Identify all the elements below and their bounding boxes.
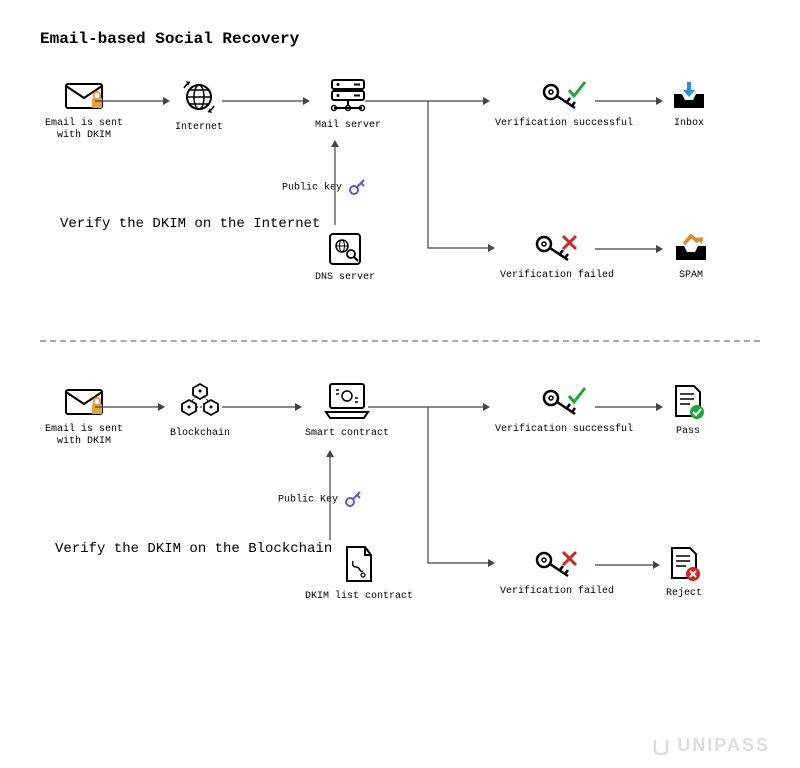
label-dkimlist: DKIM list contract	[305, 591, 413, 603]
doc-x-icon	[666, 546, 702, 582]
caption-top: Verify the DKIM on the Internet	[60, 215, 320, 233]
label-dns: DNS server	[315, 272, 375, 284]
node-email-bottom: Email is sent with DKIM	[45, 388, 123, 448]
spam-icon	[672, 232, 710, 264]
arrow	[95, 96, 170, 106]
label-fail-bottom: Verification failed	[500, 586, 614, 598]
pubkey-top: Public key	[282, 178, 366, 196]
blockchain-icon	[179, 382, 221, 422]
arrow-branch	[428, 101, 498, 257]
key-check-icon	[539, 386, 589, 418]
label-inbox: Inbox	[670, 118, 708, 130]
laptop-contract-icon	[322, 380, 372, 422]
label-pass: Pass	[670, 426, 706, 438]
arrow	[95, 402, 165, 412]
key-icon	[348, 178, 366, 196]
doc-check-icon	[670, 384, 706, 420]
arrow-up	[330, 140, 340, 225]
key-icon	[344, 490, 362, 508]
label-internet: Internet	[175, 122, 223, 134]
key-x-icon	[532, 548, 582, 580]
brand-icon	[651, 736, 671, 756]
arrow	[595, 560, 660, 570]
label-contract: Smart contract	[305, 428, 389, 440]
arrow-branch	[428, 407, 498, 572]
node-pass: Pass	[670, 384, 706, 438]
section-divider	[40, 340, 760, 342]
node-fail-bottom: Verification failed	[500, 548, 614, 598]
brand-text: UNIPASS	[677, 735, 770, 756]
arrow	[222, 402, 302, 412]
label-blockchain: Blockchain	[170, 428, 230, 440]
node-email-top: Email is sent with DKIM	[45, 82, 123, 142]
label-success-top: Verification successful	[495, 118, 633, 130]
arrow	[595, 96, 663, 106]
node-fail-top: Verification failed	[500, 232, 614, 282]
node-inbox: Inbox	[670, 80, 708, 130]
arrow-up	[325, 450, 335, 540]
arrow	[595, 402, 663, 412]
node-blockchain: Blockchain	[170, 382, 230, 440]
label-fail-top: Verification failed	[500, 270, 614, 282]
node-spam: SPAM	[672, 232, 710, 282]
globe-icon	[180, 78, 218, 116]
caption-bottom: Verify the DKIM on the Blockchain	[55, 540, 332, 558]
arrow	[595, 244, 663, 254]
key-check-icon	[539, 80, 589, 112]
node-dns: DNS server	[315, 230, 375, 284]
label-spam: SPAM	[672, 270, 710, 282]
inbox-icon	[670, 80, 708, 112]
label-success-bottom: Verification successful	[495, 424, 633, 436]
server-icon	[328, 78, 368, 114]
arrow	[222, 96, 310, 106]
key-x-icon	[532, 232, 582, 264]
node-reject: Reject	[666, 546, 702, 600]
diagram-title: Email-based Social Recovery	[40, 30, 760, 48]
pubkey-bottom: Public Key	[278, 490, 362, 508]
contract-doc-icon	[341, 545, 377, 585]
node-internet: Internet	[175, 78, 223, 134]
dns-icon	[326, 230, 364, 266]
label-email-bottom: Email is sent with DKIM	[45, 424, 123, 448]
label-mailserver: Mail server	[315, 120, 381, 132]
brand-watermark: UNIPASS	[651, 735, 770, 756]
label-reject: Reject	[666, 588, 702, 600]
label-email-top: Email is sent with DKIM	[45, 118, 123, 142]
